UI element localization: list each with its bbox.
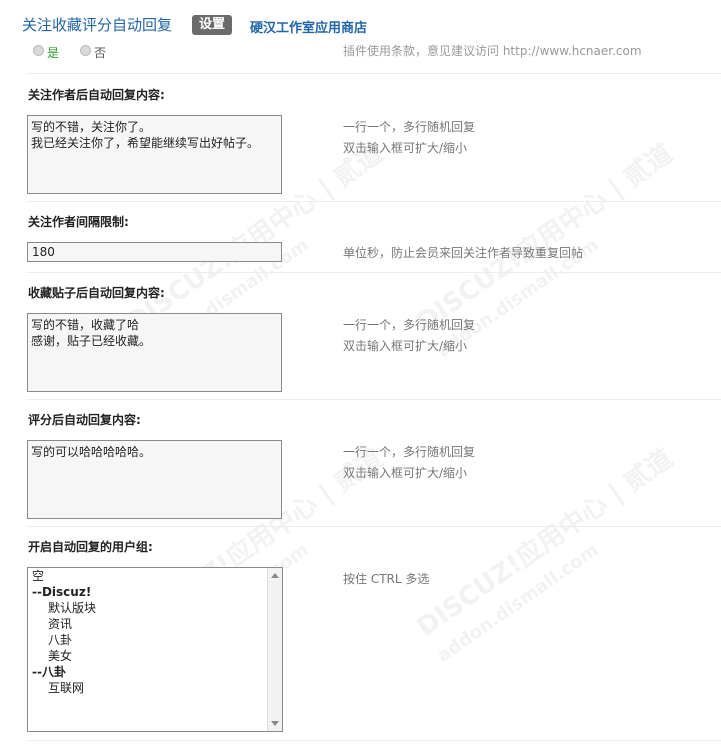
radio-yes[interactable] — [33, 45, 44, 56]
follow-interval-tip: 单位秒，防止会员来回关注作者导致重复回帖 — [343, 246, 584, 260]
app-store-link[interactable]: 硬汉工作室应用商店 — [250, 17, 367, 36]
follow-reply-tip-1: 一行一个，多行随机回复 — [343, 120, 476, 134]
usergroups-tip: 按住 CTRL 多选 — [343, 572, 430, 586]
scroll-up-icon[interactable] — [271, 573, 279, 578]
follow-reply-tip-2: 双击输入框可扩大/缩小 — [343, 141, 468, 155]
usergroup-option[interactable]: --八卦 — [28, 664, 282, 680]
follow-interval-label: 关注作者间隔限制: — [28, 215, 129, 229]
follow-interval-input[interactable]: 180 — [27, 242, 282, 262]
fav-reply-tip-1: 一行一个，多行随机回复 — [343, 318, 476, 332]
follow-reply-label: 关注作者后自动回复内容: — [28, 88, 165, 102]
usergroup-option[interactable]: 美女 — [28, 648, 282, 664]
radio-yes-label: 是 — [47, 46, 60, 60]
usergroups-multiselect[interactable]: 空 --Discuz! 默认版块 资讯 八卦 美女 --八卦 互联网 — [27, 567, 283, 732]
scrollbar[interactable] — [267, 568, 282, 731]
terms-tip: 插件使用条款，意见建议访问 http://www.hcnaer.com — [343, 44, 642, 58]
fav-reply-tip-2: 双击输入框可扩大/缩小 — [343, 339, 468, 353]
divider — [26, 399, 721, 400]
rate-reply-textarea[interactable] — [27, 440, 282, 519]
rate-reply-label: 评分后自动回复内容: — [28, 413, 141, 427]
divider — [26, 201, 721, 202]
usergroup-option[interactable]: 资讯 — [28, 616, 282, 632]
usergroup-option[interactable]: 空 — [28, 568, 282, 584]
radio-no-label: 否 — [94, 46, 107, 60]
fav-reply-textarea[interactable] — [27, 313, 282, 392]
divider — [26, 272, 721, 273]
fav-reply-label: 收藏贴子后自动回复内容: — [28, 286, 165, 300]
divider — [26, 526, 721, 527]
page-title: 关注收藏评分自动回复 — [22, 16, 173, 34]
settings-button[interactable]: 设置 — [192, 15, 232, 35]
rate-reply-tip-2: 双击输入框可扩大/缩小 — [343, 466, 468, 480]
scroll-down-icon[interactable] — [271, 721, 279, 726]
usergroup-option[interactable]: 八卦 — [28, 632, 282, 648]
usergroup-option[interactable]: 默认版块 — [28, 600, 282, 616]
radio-no[interactable] — [80, 45, 91, 56]
usergroups-label: 开启自动回复的用户组: — [28, 540, 153, 554]
divider — [26, 740, 721, 741]
rate-reply-tip-1: 一行一个，多行随机回复 — [343, 445, 476, 459]
usergroup-option[interactable]: --Discuz! — [28, 584, 282, 600]
usergroup-option[interactable]: 互联网 — [28, 680, 282, 696]
page-header: 关注收藏评分自动回复 设置 硬汉工作室应用商店 — [0, 0, 721, 43]
divider — [26, 73, 721, 74]
follow-reply-textarea[interactable] — [27, 115, 282, 194]
